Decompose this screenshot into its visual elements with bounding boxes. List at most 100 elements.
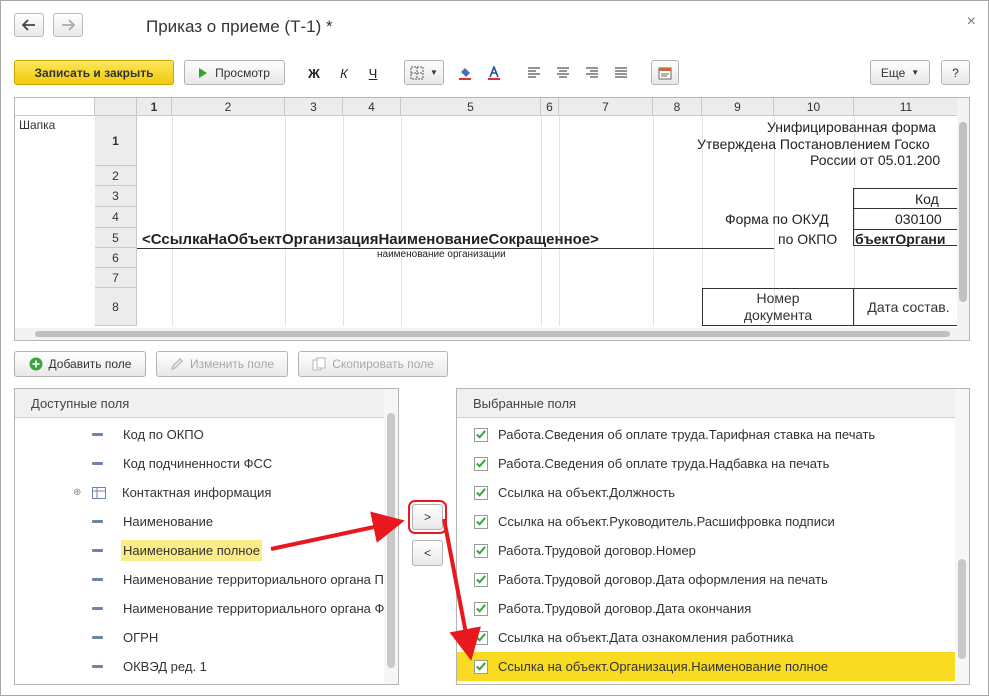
borders-dropdown[interactable]: ▼ xyxy=(404,60,444,85)
list-item-label: ОГРН xyxy=(123,630,159,645)
add-field-button[interactable]: Добавить поле xyxy=(14,351,146,377)
corner-cell-rows xyxy=(95,98,137,116)
col-header[interactable]: 10 xyxy=(774,98,854,116)
checkbox[interactable] xyxy=(474,659,488,674)
preview-button[interactable]: Просмотр xyxy=(184,60,285,85)
list-item[interactable]: Ссылка на объект.Должность xyxy=(457,478,957,507)
list-item-label: Работа.Сведения об оплате труда.Надбавка… xyxy=(498,456,830,471)
row-header[interactable]: 8 xyxy=(95,288,137,326)
align-left-button[interactable] xyxy=(523,63,545,83)
checkbox[interactable] xyxy=(474,427,488,442)
list-item-label: Код подчиненности ФСС xyxy=(123,456,273,471)
scroll-thumb[interactable] xyxy=(35,331,950,337)
scroll-thumb[interactable] xyxy=(958,559,966,659)
checkbox[interactable] xyxy=(474,572,488,587)
checkmark-icon xyxy=(476,633,486,642)
underline-button[interactable]: Ч xyxy=(362,63,384,83)
move-left-button[interactable]: < xyxy=(412,540,443,566)
col-header[interactable]: 5 xyxy=(401,98,541,116)
vertical-scrollbar[interactable] xyxy=(384,389,398,684)
list-item[interactable]: Ссылка на объект.Дата ознакомления работ… xyxy=(457,623,957,652)
pencil-icon xyxy=(170,358,183,371)
spreadsheet-editor[interactable]: 1 2 3 4 5 6 7 8 9 10 11 Шапка 1 2 3 4 5 … xyxy=(14,97,970,341)
horizontal-scrollbar[interactable] xyxy=(15,328,969,340)
list-item[interactable]: Код по ОКПО xyxy=(92,420,204,449)
align-right-button[interactable] xyxy=(581,63,603,83)
list-item[interactable]: Работа.Трудовой договор.Дата окончания xyxy=(457,594,957,623)
col-header[interactable]: 6 xyxy=(541,98,559,116)
selected-fields-panel: Выбранные поля Работа.Сведения об оплате… xyxy=(456,388,970,685)
grid-line xyxy=(343,116,344,326)
checkbox[interactable] xyxy=(474,630,488,645)
save-and-close-button[interactable]: Записать и закрыть xyxy=(14,60,174,85)
row-header[interactable]: 3 xyxy=(95,186,137,207)
col-header[interactable]: 4 xyxy=(343,98,401,116)
font-color-icon xyxy=(488,66,500,80)
text-color-button[interactable] xyxy=(483,63,505,83)
list-item[interactable]: ОГРН xyxy=(92,623,158,652)
checkbox[interactable] xyxy=(474,514,488,529)
more-menu-button[interactable]: Еще ▼ xyxy=(870,60,930,85)
move-right-button[interactable]: > xyxy=(408,500,447,534)
checkmark-icon xyxy=(476,459,486,468)
row-header[interactable]: 4 xyxy=(95,207,137,228)
forward-button[interactable] xyxy=(53,13,83,37)
col-header[interactable]: 7 xyxy=(559,98,653,116)
close-icon[interactable]: × xyxy=(967,13,976,31)
list-item[interactable]: ОКВЭД ред. 1 xyxy=(92,652,207,681)
italic-button[interactable]: К xyxy=(333,63,355,83)
list-item[interactable]: Работа.Трудовой договор.Дата оформления … xyxy=(457,565,957,594)
list-item[interactable]: Работа.Сведения об оплате труда.Надбавка… xyxy=(457,449,957,478)
col-header[interactable]: 11 xyxy=(854,98,959,116)
list-item-selected[interactable]: Наименование полное xyxy=(92,536,262,565)
vertical-scrollbar[interactable] xyxy=(957,98,969,328)
checkbox[interactable] xyxy=(474,601,488,616)
copy-field-button[interactable]: Скопировать поле xyxy=(298,351,448,377)
row-header[interactable]: 1 xyxy=(95,116,137,166)
row-header[interactable]: 7 xyxy=(95,268,137,288)
row-header[interactable]: 5 xyxy=(95,228,137,248)
list-item-selected[interactable]: Ссылка на объект.Организация.Наименовани… xyxy=(457,652,957,681)
list-item[interactable]: Наименование территориального органа ФС xyxy=(92,594,394,623)
align-center-button[interactable] xyxy=(552,63,574,83)
field-icon xyxy=(92,520,103,523)
col-header[interactable]: 2 xyxy=(172,98,285,116)
list-item[interactable]: Работа.Сведения об оплате труда.Тарифная… xyxy=(457,420,957,449)
row-header[interactable]: 6 xyxy=(95,248,137,268)
checkmark-icon xyxy=(476,488,486,497)
field-icon xyxy=(92,549,103,552)
list-item[interactable]: Работа.Трудовой договор.Номер xyxy=(457,536,957,565)
col-header[interactable]: 3 xyxy=(285,98,343,116)
row-header[interactable]: 2 xyxy=(95,166,137,186)
checkbox[interactable] xyxy=(474,543,488,558)
justify-button[interactable] xyxy=(610,63,632,83)
fill-color-button[interactable] xyxy=(454,63,476,83)
grid-line xyxy=(172,116,173,326)
corner-cell xyxy=(15,98,95,116)
col-header[interactable]: 8 xyxy=(653,98,702,116)
help-button[interactable]: ? xyxy=(941,60,970,85)
edit-field-button[interactable]: Изменить поле xyxy=(156,351,288,377)
col-header[interactable]: 1 xyxy=(137,98,172,116)
list-item[interactable]: Наименование территориального органа ПФ xyxy=(92,565,394,594)
col-header[interactable]: 9 xyxy=(702,98,774,116)
list-item[interactable]: Наименование xyxy=(92,507,213,536)
scroll-thumb[interactable] xyxy=(387,413,395,668)
list-item-label: Контактная информация xyxy=(122,485,272,500)
list-item[interactable]: Ссылка на объект.Руководитель.Расшифровк… xyxy=(457,507,957,536)
list-item-label: Наименование территориального органа ФС xyxy=(123,601,394,616)
cell-properties-button[interactable] xyxy=(651,60,679,85)
align-right-icon xyxy=(586,67,598,78)
bold-button[interactable]: Ж xyxy=(303,63,325,83)
expand-icon[interactable]: ⊕ xyxy=(73,487,86,498)
list-item[interactable]: Код подчиненности ФСС xyxy=(92,449,272,478)
scroll-thumb[interactable] xyxy=(959,122,967,302)
vertical-scrollbar[interactable] xyxy=(955,389,969,684)
field-icon xyxy=(92,462,103,465)
list-item[interactable]: ⊕ Контактная информация xyxy=(73,478,271,507)
russia-date-text: России от 05.01.200 xyxy=(810,152,941,168)
checkbox[interactable] xyxy=(474,485,488,500)
checkbox[interactable] xyxy=(474,456,488,471)
list-item-label: Ссылка на объект.Организация.Наименовани… xyxy=(498,659,829,674)
back-button[interactable] xyxy=(14,13,44,37)
